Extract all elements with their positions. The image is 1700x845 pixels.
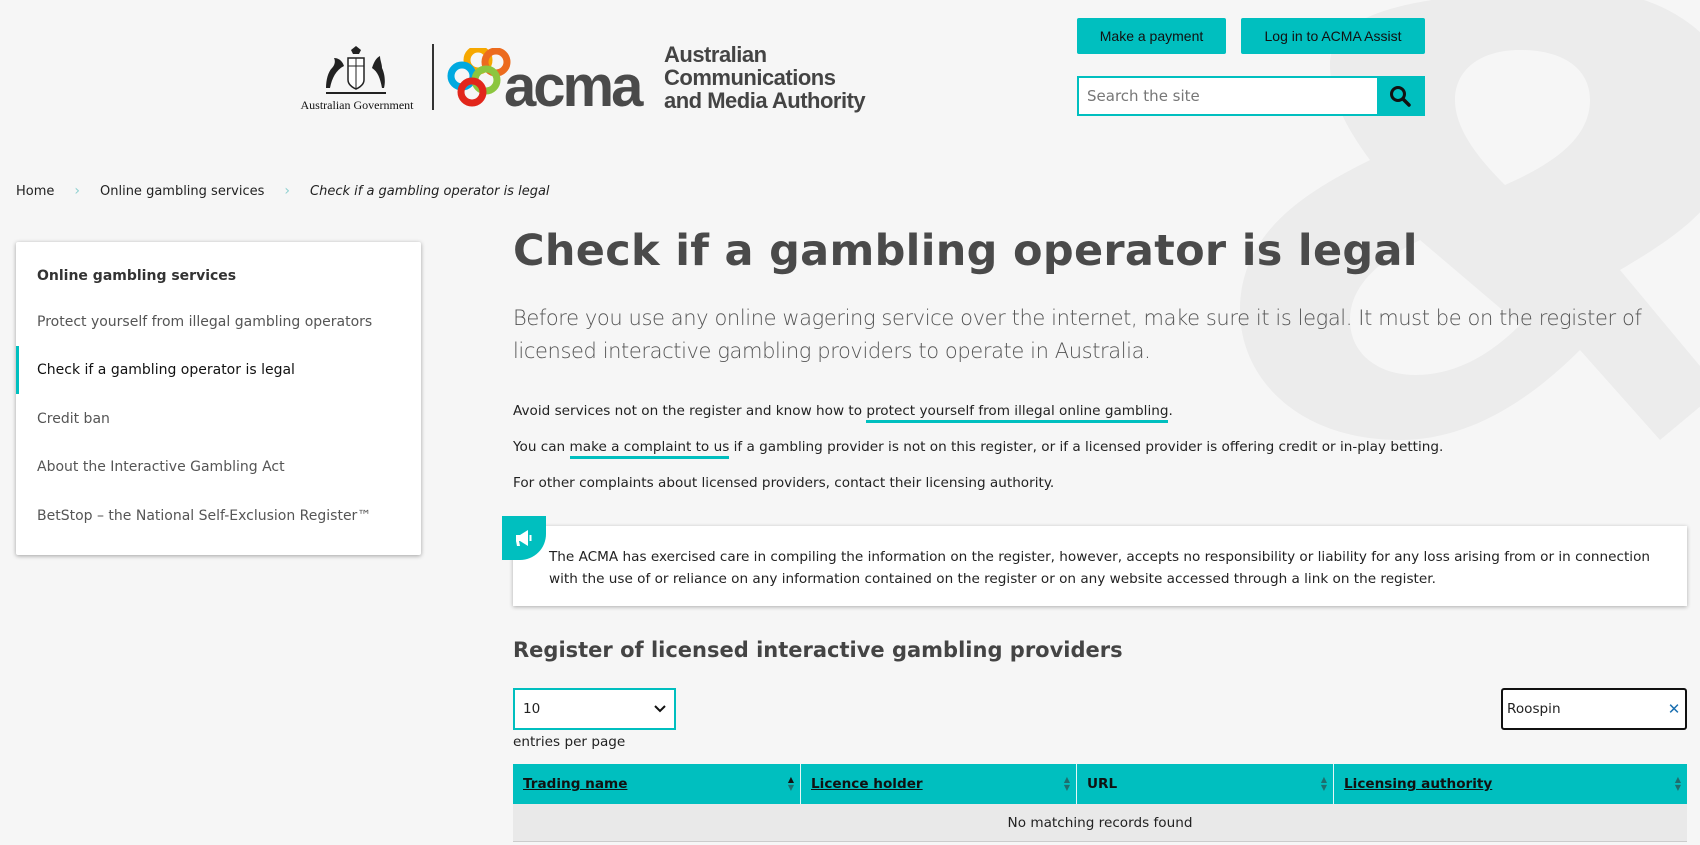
breadcrumb-online-gambling-services[interactable]: Online gambling services [100,184,264,199]
make-complaint-link[interactable]: make a complaint to us [569,439,730,459]
sort-ascending-icon: ▲ ▼ [787,775,794,792]
table-filter-input[interactable] [1503,701,1663,717]
disclaimer-text: The ACMA has exercised care in compiling… [549,549,1651,587]
breadcrumb: Home › Online gambling services › Check … [16,183,550,199]
search-input[interactable] [1079,78,1377,114]
breadcrumb-current: Check if a gambling operator is legal [310,183,550,199]
disclaimer-notice: The ACMA has exercised care in compiling… [502,516,1687,606]
acma-full-name-line-1: Australian [664,42,767,67]
column-header-url[interactable]: URL ▲ ▼ [1077,764,1334,804]
login-acma-assist-button[interactable]: Log in to ACMA Assist [1241,18,1425,54]
site-search [1077,76,1425,116]
clear-filter-icon[interactable]: ✕ [1663,700,1685,718]
column-header-label: URL [1087,776,1118,792]
table-header: Trading name ▲ ▼ Licence holder ▲ ▼ URL ▲ ▼… [513,764,1687,804]
megaphone-glyph [516,530,532,546]
paragraph-text: You can [513,439,570,455]
table-empty-row: No matching records found [513,804,1687,842]
logo-divider [432,44,434,110]
sidebar-title: Online gambling services [37,268,237,284]
australian-government-logo[interactable]: Australian Government [294,44,420,114]
column-header-label: Licence holder [811,776,923,792]
entries-per-page-label: entries per page [513,734,626,750]
government-wordmark: Australian Government [300,98,414,112]
register-heading: Register of licensed interactive gamblin… [513,638,1123,662]
column-header-label: Trading name [523,776,628,792]
sidebar-item-protect-yourself[interactable]: Protect yourself from illegal gambling o… [16,298,421,346]
chevron-down-icon [654,705,666,713]
chevron-right-icon: › [284,183,290,199]
megaphone-icon [502,516,546,560]
acma-full-name-line-2: Communications [664,65,836,90]
sort-icon: ▲ ▼ [1674,775,1681,792]
search-icon [1390,86,1411,107]
page-title: Check if a gambling operator is legal [513,226,1418,276]
entries-per-page-select[interactable]: 10 [513,688,676,730]
entries-per-page-value: 10 [523,701,541,717]
paragraph-text: . [1168,403,1173,419]
sort-icon: ▲ ▼ [1320,775,1327,792]
column-header-licence-holder[interactable]: Licence holder ▲ ▼ [801,764,1077,804]
site-header: Australian Government acma Australian Co… [0,0,1700,140]
search-button[interactable] [1377,78,1423,114]
coat-of-arms-icon [326,46,386,94]
column-header-trading-name[interactable]: Trading name ▲ ▼ [513,764,801,804]
chevron-right-icon: › [74,183,80,199]
acma-full-name: Australian Communications and Media Auth… [664,42,866,113]
paragraph-complaint: You can make a complaint to us if a gamb… [513,439,1444,459]
sidebar-item-betstop[interactable]: BetStop – the National Self-Exclusion Re… [16,492,421,540]
acma-wordmark: acma [504,54,643,119]
sidebar-item-check-operator-legal[interactable]: Check if a gambling operator is legal [16,346,421,394]
paragraph-text: if a gambling provider is not on this re… [729,439,1444,455]
protect-yourself-link[interactable]: protect yourself from illegal online gam… [866,403,1169,423]
sort-icon: ▲ ▼ [1063,775,1070,792]
breadcrumb-home[interactable]: Home [16,184,54,199]
paragraph-other-complaints: For other complaints about licensed prov… [513,475,1055,491]
paragraph-text: Avoid services not on the register and k… [513,403,867,419]
table-filter: ✕ [1501,688,1687,730]
lead-paragraph: Before you use any online wagering servi… [513,306,1642,363]
acma-full-name-line-3: and Media Authority [664,88,866,113]
column-header-label: Licensing authority [1344,776,1493,792]
register-table: Trading name ▲ ▼ Licence holder ▲ ▼ URL ▲ ▼… [513,764,1687,842]
column-header-licensing-authority[interactable]: Licensing authority ▲ ▼ [1334,764,1687,804]
sidebar-item-credit-ban[interactable]: Credit ban [16,395,421,443]
make-payment-button[interactable]: Make a payment [1077,18,1226,54]
sidebar-item-interactive-gambling-act[interactable]: About the Interactive Gambling Act [16,443,421,491]
paragraph-avoid-services: Avoid services not on the register and k… [513,403,1173,423]
sidebar-nav: Online gambling services Protect yoursel… [16,242,421,555]
